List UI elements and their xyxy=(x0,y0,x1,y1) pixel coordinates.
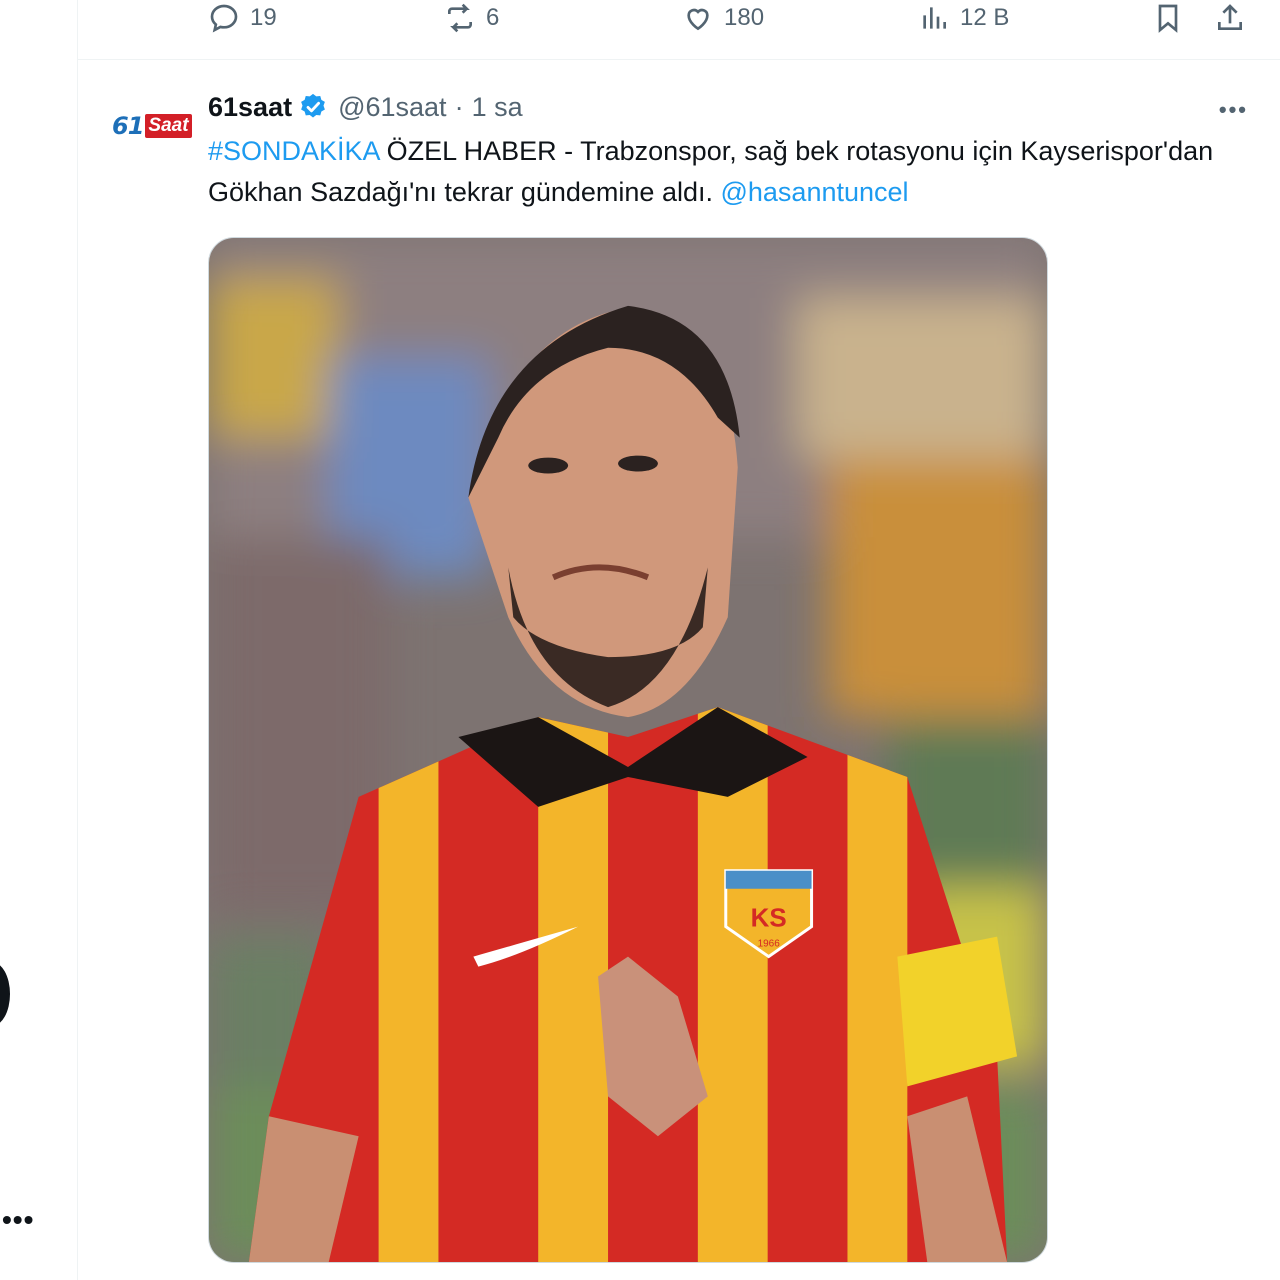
bookmark-button[interactable] xyxy=(1152,0,1184,36)
like-button[interactable]: 180 xyxy=(682,0,764,36)
player-photo-illustration: KS 1966 xyxy=(209,238,1047,1262)
logo-word: Saat xyxy=(145,114,192,138)
like-count: 180 xyxy=(724,4,765,31)
rail-more-icon[interactable]: ••• xyxy=(2,1206,34,1234)
badge-initials: KS xyxy=(751,905,787,933)
views-icon xyxy=(923,7,946,29)
share-button[interactable] xyxy=(1214,0,1246,36)
reply-count: 19 xyxy=(250,4,277,31)
left-navigation-rail: ••• xyxy=(0,0,78,1280)
share-icon xyxy=(1218,4,1242,30)
views-button[interactable]: 12 B xyxy=(918,0,1009,36)
header-separator: · xyxy=(454,91,464,122)
views-count: 12 B xyxy=(960,4,1010,31)
repost-count: 6 xyxy=(486,4,500,31)
mention-link[interactable]: @hasanntuncel xyxy=(720,177,908,207)
tweet-body: #SONDAKİKA ÖZEL HABER - Trabzonspor, sağ… xyxy=(208,131,1248,213)
tweet-header: 61saat @61saat · 1 sa xyxy=(208,89,523,125)
like-icon xyxy=(687,8,709,31)
repost-button[interactable]: 6 xyxy=(444,0,499,36)
reply-button[interactable]: 19 xyxy=(208,0,277,36)
author-display-name[interactable]: 61saat xyxy=(208,92,292,123)
hashtag-link[interactable]: #SONDAKİKA xyxy=(208,136,379,166)
author-avatar-logo[interactable]: 61 Saat xyxy=(112,109,192,143)
reply-icon xyxy=(210,4,238,33)
previous-tweet-action-bar: 19 6 180 12 B xyxy=(78,0,1280,60)
tweet-timestamp[interactable]: 1 sa xyxy=(472,92,523,123)
badge-year: 1966 xyxy=(758,939,781,950)
more-icon[interactable]: ••• xyxy=(1219,97,1248,123)
logo-number: 61 xyxy=(112,112,144,140)
bookmark-icon xyxy=(1158,4,1178,33)
account-avatar[interactable] xyxy=(0,962,10,1026)
verified-icon xyxy=(301,93,325,118)
author-handle[interactable]: @61saat xyxy=(338,92,446,123)
tweet-photo[interactable]: KS 1966 xyxy=(208,237,1048,1263)
repost-icon xyxy=(448,3,472,33)
tweet-card[interactable]: 61 Saat 61saat @61saat · 1 sa ••• #SONDA… xyxy=(78,61,1280,1280)
